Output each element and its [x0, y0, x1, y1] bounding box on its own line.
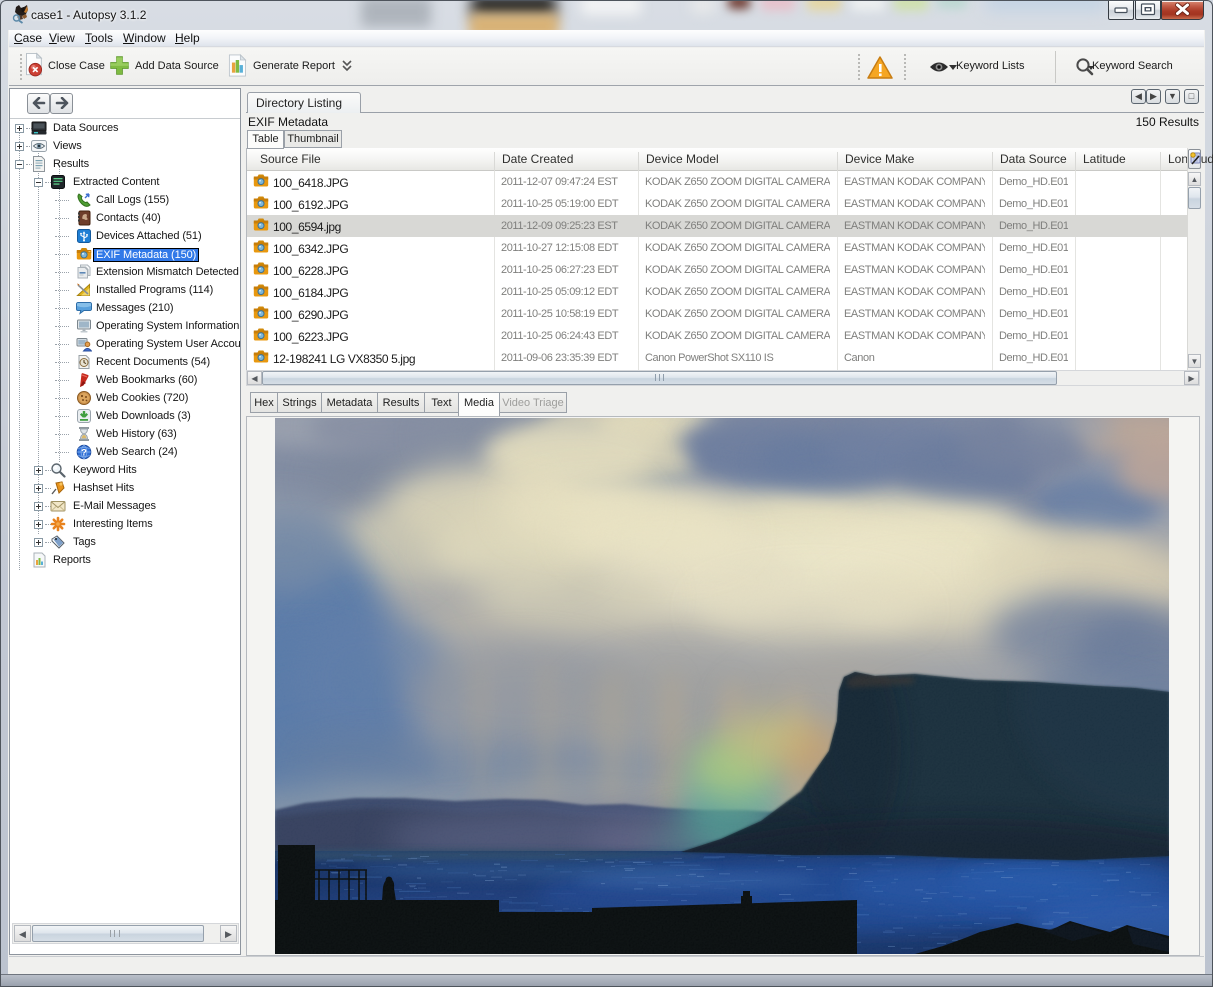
svg-text:?: ? — [81, 448, 87, 459]
